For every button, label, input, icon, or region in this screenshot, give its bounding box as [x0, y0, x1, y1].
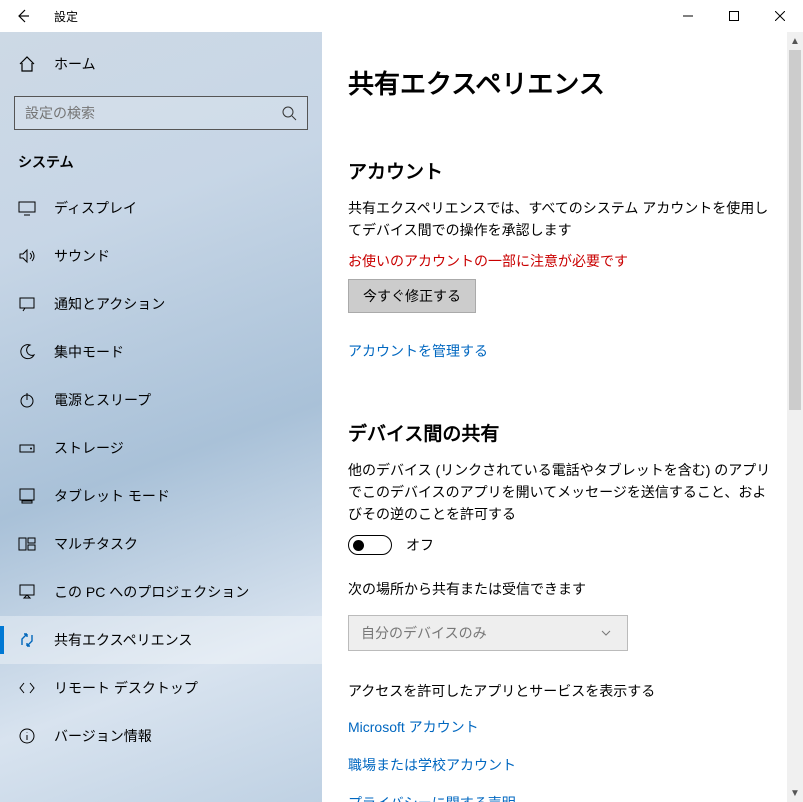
- power-icon: [18, 391, 36, 409]
- nav-label: サウンド: [54, 246, 110, 266]
- nav-item-multitask[interactable]: マルチタスク: [0, 520, 322, 568]
- back-button[interactable]: [0, 0, 46, 32]
- arrow-left-icon: [14, 7, 32, 25]
- receive-from-select[interactable]: 自分のデバイスのみ: [348, 615, 628, 651]
- nav-item-storage[interactable]: ストレージ: [0, 424, 322, 472]
- nav-label: ストレージ: [54, 438, 124, 458]
- nav-item-shared-experiences[interactable]: 共有エクスペリエンス: [0, 616, 322, 664]
- close-icon: [771, 7, 789, 25]
- home-label: ホーム: [54, 54, 96, 74]
- nav-label: この PC へのプロジェクション: [54, 582, 249, 602]
- content-pane: 共有エクスペリエンス アカウント 共有エクスペリエンスでは、すべてのシステム ア…: [322, 32, 803, 802]
- nav-item-projection[interactable]: この PC へのプロジェクション: [0, 568, 322, 616]
- scroll-down-icon[interactable]: ▼: [787, 784, 803, 802]
- section-share-heading: デバイス間の共有: [348, 419, 777, 446]
- nav-label: 集中モード: [54, 342, 124, 362]
- nav-label: ディスプレイ: [54, 198, 137, 218]
- maximize-button[interactable]: [711, 0, 757, 32]
- info-icon: [18, 727, 36, 745]
- nav-item-focus[interactable]: 集中モード: [0, 328, 322, 376]
- app-title: 設定: [54, 8, 78, 25]
- sound-icon: [18, 247, 36, 265]
- microsoft-account-link[interactable]: Microsoft アカウント: [348, 717, 479, 737]
- home-icon: [18, 55, 36, 73]
- nav-label: リモート デスクトップ: [54, 678, 198, 698]
- search-field[interactable]: [14, 96, 308, 130]
- nav-label: マルチタスク: [54, 534, 138, 554]
- nav-label: バージョン情報: [54, 726, 152, 746]
- tablet-icon: [18, 487, 36, 505]
- category-label: システム: [0, 148, 322, 184]
- share-toggle[interactable]: [348, 535, 392, 555]
- maximize-icon: [725, 7, 743, 25]
- sidebar: ホーム システム ディスプレイ サウンド: [0, 32, 322, 802]
- nav-label: 通知とアクション: [54, 294, 165, 314]
- privacy-statement-link[interactable]: プライバシーに関する声明: [348, 793, 516, 802]
- chevron-down-icon: [597, 624, 615, 642]
- nav-item-notifications[interactable]: 通知とアクション: [0, 280, 322, 328]
- close-button[interactable]: [757, 0, 803, 32]
- share-description: 他のデバイス (リンクされている電話やタブレットを含む) のアプリでこのデバイス…: [348, 460, 777, 525]
- nav-item-power[interactable]: 電源とスリープ: [0, 376, 322, 424]
- minimize-button[interactable]: [665, 0, 711, 32]
- scroll-up-icon[interactable]: ▲: [787, 32, 803, 50]
- minimize-icon: [679, 7, 697, 25]
- moon-icon: [18, 343, 36, 361]
- search-input[interactable]: [14, 96, 308, 130]
- multitask-icon: [18, 535, 36, 553]
- account-warning: お使いのアカウントの一部に注意が必要です: [348, 251, 777, 271]
- nav-label: 共有エクスペリエンス: [54, 630, 192, 650]
- nav-item-display[interactable]: ディスプレイ: [0, 184, 322, 232]
- nav-label: タブレット モード: [54, 486, 170, 506]
- vertical-scrollbar[interactable]: ▲ ▼: [787, 32, 803, 802]
- manage-account-link[interactable]: アカウントを管理する: [348, 341, 488, 361]
- nav-label: 電源とスリープ: [54, 390, 151, 410]
- scrollbar-thumb[interactable]: [789, 50, 801, 410]
- search-icon: [280, 104, 298, 122]
- display-icon: [18, 199, 36, 217]
- section-account-heading: アカウント: [348, 157, 777, 184]
- nav-item-about[interactable]: バージョン情報: [0, 712, 322, 760]
- nav-item-tablet[interactable]: タブレット モード: [0, 472, 322, 520]
- notifications-icon: [18, 295, 36, 313]
- shared-icon: [18, 631, 36, 649]
- receive-from-label: 次の場所から共有または受信できます: [348, 579, 777, 599]
- work-school-account-link[interactable]: 職場または学校アカウント: [348, 755, 516, 775]
- titlebar: 設定: [0, 0, 803, 32]
- home-button[interactable]: ホーム: [0, 42, 322, 86]
- nav-item-remote-desktop[interactable]: リモート デスクトップ: [0, 664, 322, 712]
- nav-item-sound[interactable]: サウンド: [0, 232, 322, 280]
- allowed-apps-label: アクセスを許可したアプリとサービスを表示する: [348, 681, 777, 701]
- page-title: 共有エクスペリエンス: [348, 64, 777, 101]
- fix-now-button[interactable]: 今すぐ修正する: [348, 279, 476, 313]
- storage-icon: [18, 439, 36, 457]
- share-toggle-state: オフ: [406, 535, 434, 555]
- nav-list: ディスプレイ サウンド 通知とアクション 集中モード 電源とスリープ: [0, 184, 322, 760]
- remote-icon: [18, 679, 36, 697]
- select-value: 自分のデバイスのみ: [361, 623, 487, 643]
- account-description: 共有エクスペリエンスでは、すべてのシステム アカウントを使用してデバイス間での操…: [348, 198, 777, 241]
- projection-icon: [18, 583, 36, 601]
